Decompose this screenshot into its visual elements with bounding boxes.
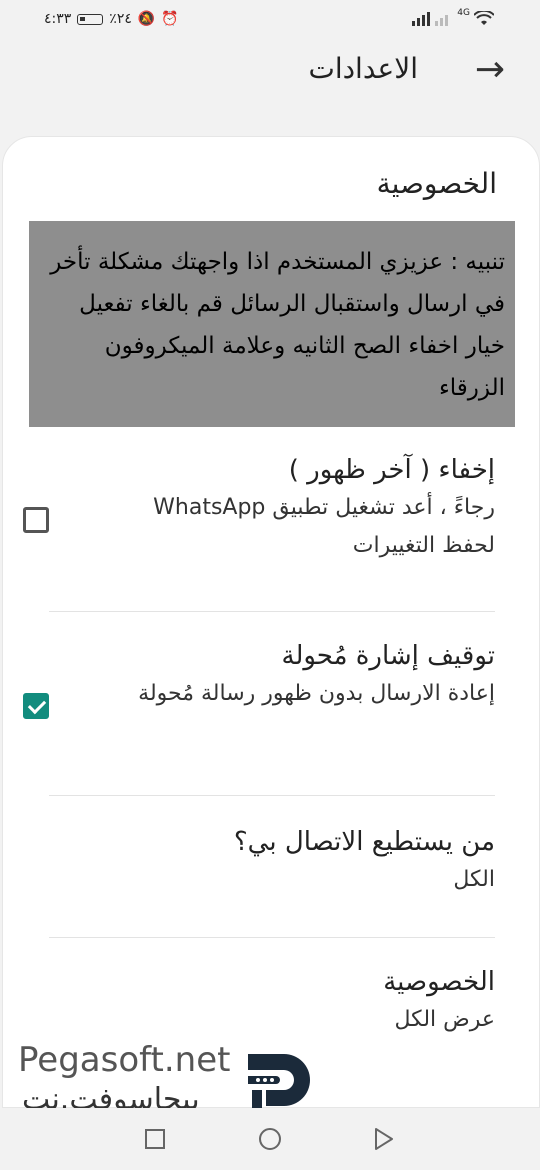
setting-description: إعادة الارسال بدون ظهور رسالة مُحولة: [138, 681, 495, 706]
battery-text: ٪٢٤: [109, 11, 132, 27]
battery-icon: [77, 13, 104, 25]
status-right: 4G: [411, 8, 494, 27]
setting-privacy[interactable]: الخصوصية عرض الكل: [49, 967, 495, 1039]
settings-card: الخصوصية تنبيه : عزيزي المستخدم اذا واجه…: [2, 136, 540, 1108]
page-title: الاعدادات: [308, 52, 418, 85]
setting-title: إخفاء ( آخر ظهور ): [288, 455, 495, 485]
setting-hide-last-seen[interactable]: إخفاء ( آخر ظهور ) رجاءً ، أعد تشغيل تطب…: [49, 455, 495, 565]
warning-box: تنبيه : عزيزي المستخدم اذا واجهتك مشكلة …: [29, 221, 515, 427]
recent-apps-icon[interactable]: [140, 1124, 170, 1154]
check-icon: [27, 695, 47, 715]
status-bar: ٤:٣٣ ٪٢٤ 🔕 ⏰ 4G: [0, 0, 540, 40]
navigation-bar: [0, 1108, 540, 1170]
back-icon[interactable]: [368, 1124, 398, 1154]
setting-who-can-call[interactable]: من يستطيع الاتصال بي؟ الكل: [49, 827, 495, 899]
watermark-english: Pegasoft.net: [18, 1040, 231, 1080]
divider: [49, 795, 495, 796]
alarm-icon: ⏰: [161, 11, 179, 27]
setting-title: من يستطيع الاتصال بي؟: [233, 827, 495, 857]
divider: [49, 937, 495, 938]
back-arrow-icon[interactable]: →: [470, 50, 510, 90]
status-left: ٤:٣٣ ٪٢٤ 🔕 ⏰: [44, 11, 179, 27]
app-bar: → الاعدادات: [0, 40, 540, 114]
setting-stop-forwarded[interactable]: توقيف إشارة مُحولة إعادة الارسال بدون ظه…: [49, 641, 495, 713]
time-text: ٤:٣٣: [44, 11, 72, 27]
setting-value: عرض الكل: [394, 1007, 495, 1032]
home-icon[interactable]: [255, 1124, 285, 1154]
divider: [49, 611, 495, 612]
hide-last-seen-checkbox[interactable]: [23, 507, 49, 533]
signal-icon: [412, 12, 449, 26]
section-title-privacy: الخصوصية: [376, 167, 497, 200]
setting-value: الكل: [453, 867, 495, 892]
setting-description: رجاءً ، أعد تشغيل تطبيق WhatsApp لحفظ ال…: [153, 495, 495, 558]
stop-forwarded-checkbox[interactable]: [23, 693, 49, 719]
wifi-icon: [474, 11, 494, 25]
mute-icon: 🔕: [137, 11, 156, 27]
setting-title: الخصوصية: [383, 967, 495, 997]
setting-title: توقيف إشارة مُحولة: [281, 641, 496, 671]
network-type: 4G: [457, 8, 470, 18]
